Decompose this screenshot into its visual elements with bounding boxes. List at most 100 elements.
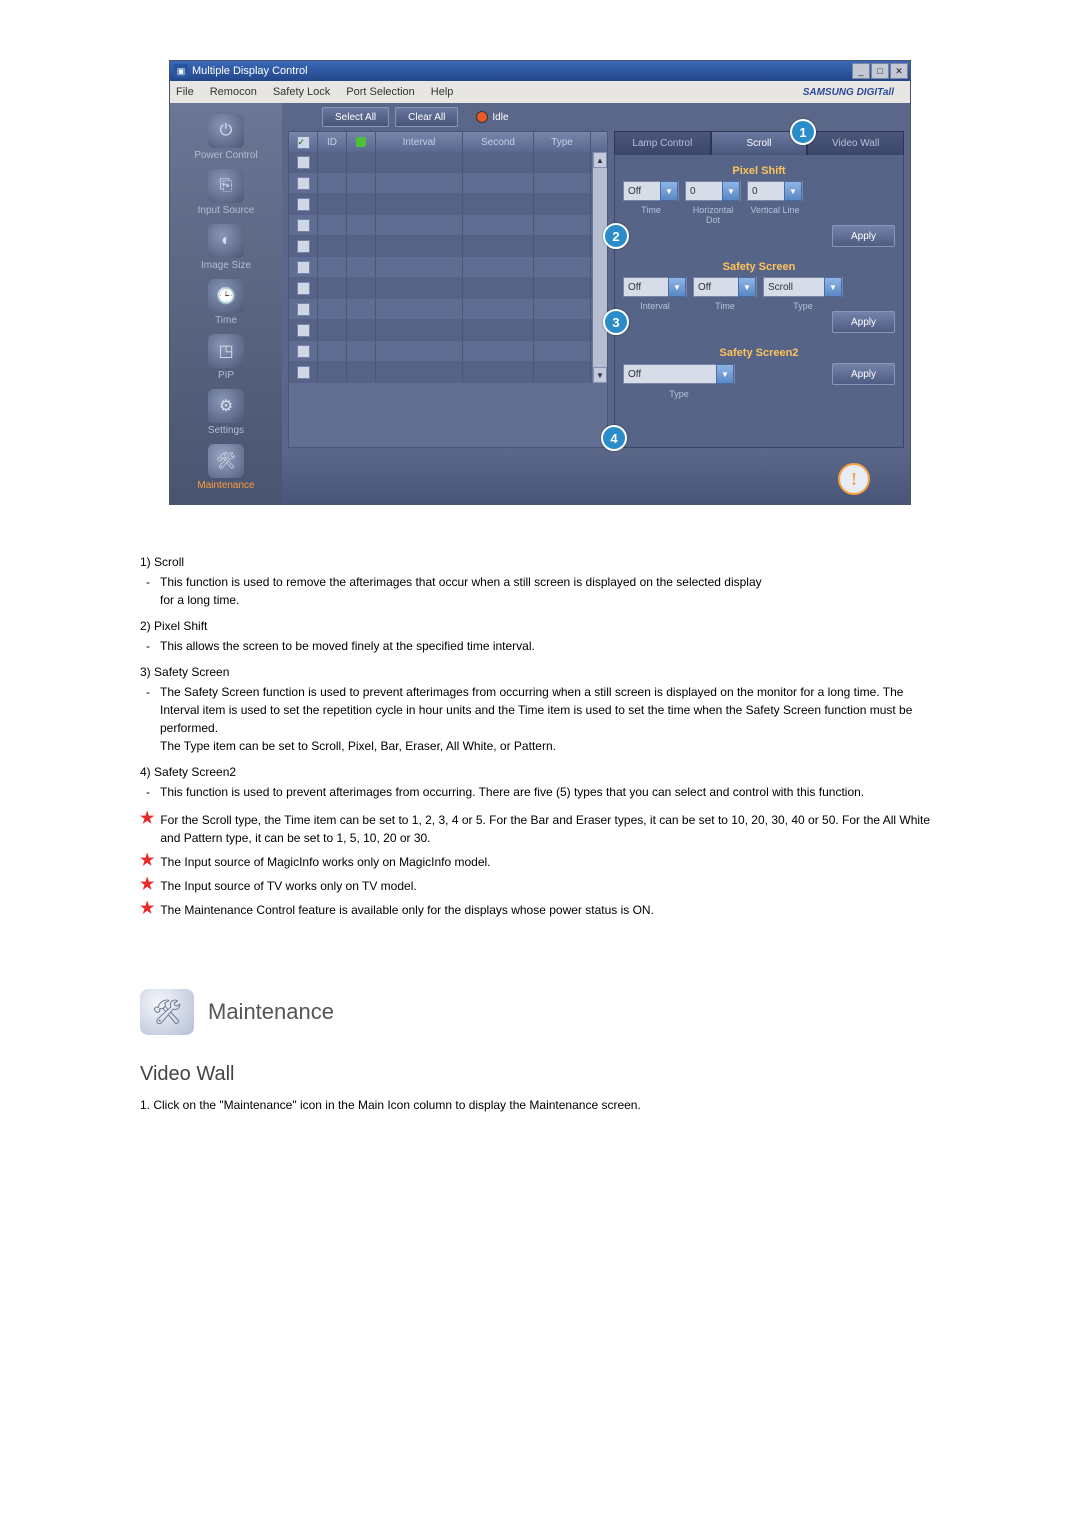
star-icon: ★ xyxy=(140,901,154,917)
star-icon: ★ xyxy=(140,811,154,827)
safety-time-select[interactable]: Off▼ xyxy=(693,277,757,297)
row-checkbox[interactable] xyxy=(297,345,310,358)
sidebar-item-maintenance[interactable]: 🛠Maintenance xyxy=(197,441,254,494)
idle-indicator: Idle xyxy=(476,111,508,123)
callout-2: 2 xyxy=(603,223,629,249)
table-row[interactable] xyxy=(289,362,592,383)
star-icon: ★ xyxy=(140,877,154,893)
row-checkbox[interactable] xyxy=(297,303,310,316)
chevron-down-icon[interactable]: ▼ xyxy=(824,277,842,297)
scroll-up-icon[interactable]: ▲ xyxy=(593,152,607,168)
sidebar-item-time[interactable]: 🕒Time xyxy=(208,276,244,329)
sidebar-item-input-source[interactable]: ⎘Input Source xyxy=(198,166,255,219)
note: ★The Input source of MagicInfo works onl… xyxy=(140,853,940,871)
clear-all-button[interactable]: Clear All xyxy=(395,107,458,127)
row-checkbox[interactable] xyxy=(297,198,310,211)
chevron-down-icon[interactable]: ▼ xyxy=(722,181,740,201)
app-window: ▣ Multiple Display Control _ □ ✕ File Re… xyxy=(169,60,911,505)
gear-icon: ⚙ xyxy=(208,389,244,423)
select-all-button[interactable]: Select All xyxy=(322,107,389,127)
sidebar-item-image-size[interactable]: ◐Image Size xyxy=(201,221,251,274)
table-row[interactable] xyxy=(289,278,592,299)
info-icon: ! xyxy=(838,463,870,495)
chevron-down-icon[interactable]: ▼ xyxy=(716,364,734,384)
titlebar: ▣ Multiple Display Control _ □ ✕ xyxy=(170,61,910,81)
row-checkbox[interactable] xyxy=(297,366,310,379)
callout-3: 3 xyxy=(603,309,629,335)
row-checkbox[interactable] xyxy=(297,240,310,253)
tab-lamp-control[interactable]: Lamp Control xyxy=(614,131,711,155)
pixel-shift-title: Pixel Shift xyxy=(623,165,895,177)
window-title: Multiple Display Control xyxy=(192,65,308,77)
table-row[interactable] xyxy=(289,152,592,173)
brand-label: SAMSUNG DIGITall xyxy=(803,87,894,98)
table-row[interactable] xyxy=(289,257,592,278)
app-icon: ▣ xyxy=(174,64,188,78)
safety2-apply-button[interactable]: Apply xyxy=(832,363,895,385)
right-panel: Lamp Control Scroll Video Wall 1 Pixel S… xyxy=(614,131,904,448)
close-button[interactable]: ✕ xyxy=(890,63,908,79)
maintenance-section-icon: 🛠 xyxy=(140,989,194,1035)
safety2-type-select[interactable]: Off▼ xyxy=(623,364,735,384)
pip-icon: ◳ xyxy=(208,334,244,368)
table-row[interactable] xyxy=(289,194,592,215)
pixel-shift-time-select[interactable]: Off▼ xyxy=(623,181,679,201)
toolbar: Select All Clear All Idle xyxy=(282,103,910,131)
input-icon: ⎘ xyxy=(208,169,244,203)
safety-apply-button[interactable]: Apply xyxy=(832,311,895,333)
table-row[interactable] xyxy=(289,299,592,320)
table-row[interactable] xyxy=(289,173,592,194)
table-row[interactable] xyxy=(289,320,592,341)
row-checkbox[interactable] xyxy=(297,282,310,295)
row-checkbox[interactable] xyxy=(297,177,310,190)
safety-type-select[interactable]: Scroll▼ xyxy=(763,277,843,297)
display-list: ID Interval Second Type xyxy=(288,131,608,448)
step-text: 1. Click on the "Maintenance" icon in th… xyxy=(140,1098,940,1112)
menu-port-selection[interactable]: Port Selection xyxy=(346,86,414,98)
chevron-down-icon[interactable]: ▼ xyxy=(784,181,802,201)
chevron-down-icon[interactable]: ▼ xyxy=(660,181,678,201)
row-checkbox[interactable] xyxy=(297,156,310,169)
menu-help[interactable]: Help xyxy=(431,86,454,98)
sidebar-item-pip[interactable]: ◳PIP xyxy=(208,331,244,384)
scroll-down-icon[interactable]: ▼ xyxy=(593,367,607,383)
row-checkbox[interactable] xyxy=(297,324,310,337)
col-type[interactable]: Type xyxy=(534,132,591,152)
pixel-shift-vline-select[interactable]: 0▼ xyxy=(747,181,803,201)
table-row[interactable] xyxy=(289,215,592,236)
callout-1: 1 xyxy=(790,119,816,145)
minimize-button[interactable]: _ xyxy=(852,63,870,79)
bottom-bar: ! xyxy=(282,454,910,504)
safety-screen2-title: Safety Screen2 xyxy=(623,347,895,359)
col-status[interactable] xyxy=(347,132,376,152)
section-pixel-shift: Pixel Shift Off▼ 0▼ 0▼ TimeHorizontal Do… xyxy=(623,165,895,251)
menu-remocon[interactable]: Remocon xyxy=(210,86,257,98)
col-check[interactable] xyxy=(289,132,318,152)
scrollbar[interactable]: ▲ ▼ xyxy=(592,152,607,383)
tab-video-wall[interactable]: Video Wall xyxy=(807,131,904,155)
table-row[interactable] xyxy=(289,236,592,257)
pixel-shift-hdot-select[interactable]: 0▼ xyxy=(685,181,741,201)
chevron-down-icon[interactable]: ▼ xyxy=(738,277,756,297)
pixel-shift-apply-button[interactable]: Apply xyxy=(832,225,895,247)
col-id[interactable]: ID xyxy=(318,132,347,152)
idle-dot-icon xyxy=(476,111,488,123)
maximize-button[interactable]: □ xyxy=(871,63,889,79)
section-safety-screen2: Safety Screen2 Off▼ Apply Type 4 xyxy=(623,347,895,399)
sidebar-item-settings[interactable]: ⚙Settings xyxy=(208,386,244,439)
section-header: 🛠 Maintenance xyxy=(140,989,940,1035)
safety-interval-select[interactable]: Off▼ xyxy=(623,277,687,297)
row-checkbox[interactable] xyxy=(297,219,310,232)
table-row[interactable] xyxy=(289,341,592,362)
chevron-down-icon[interactable]: ▼ xyxy=(668,277,686,297)
power-icon: ⏻ xyxy=(208,114,244,148)
note: ★The Maintenance Control feature is avai… xyxy=(140,901,940,919)
row-checkbox[interactable] xyxy=(297,261,310,274)
subheading: Video Wall xyxy=(140,1063,940,1086)
col-second[interactable]: Second xyxy=(463,132,534,152)
menu-safety-lock[interactable]: Safety Lock xyxy=(273,86,330,98)
safety-screen-title: Safety Screen xyxy=(623,261,895,273)
menu-file[interactable]: File xyxy=(176,86,194,98)
col-interval[interactable]: Interval xyxy=(376,132,463,152)
sidebar-item-power-control[interactable]: ⏻Power Control xyxy=(194,111,257,164)
